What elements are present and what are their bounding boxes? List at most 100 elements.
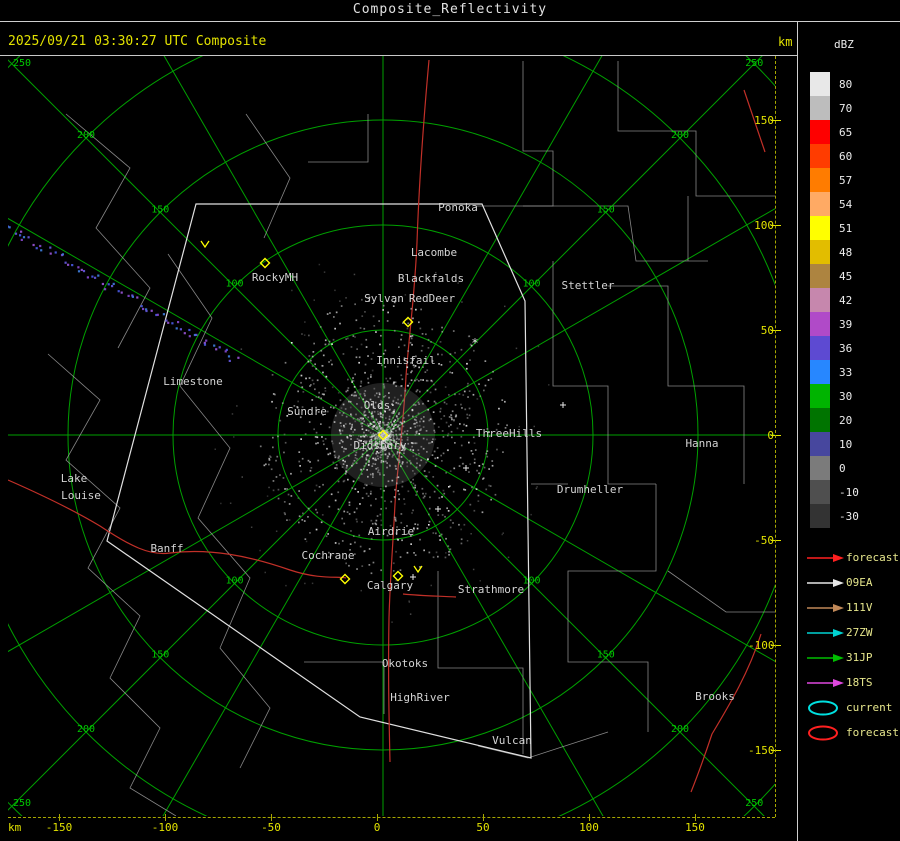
echo-dot — [397, 490, 399, 492]
echo-dot — [371, 412, 373, 415]
echo-dot — [412, 509, 414, 512]
echo-dot — [398, 498, 400, 501]
echo-dot — [419, 464, 421, 467]
echo-dot — [352, 377, 354, 379]
echo-dot — [342, 403, 345, 406]
echo-dot — [378, 430, 381, 432]
echo-dot — [314, 436, 317, 438]
echo-dot — [386, 466, 388, 469]
echo-dot — [407, 350, 409, 352]
echo-dot — [275, 407, 277, 409]
echo-dot — [391, 479, 394, 482]
city-label: RockyMH — [252, 271, 298, 284]
echo-dot — [377, 469, 380, 472]
echo-dot — [388, 392, 390, 394]
echo-dot — [487, 379, 490, 381]
echo-dot — [386, 455, 389, 457]
echo-dot — [412, 451, 414, 454]
echo-dot — [363, 420, 365, 423]
echo-dot — [300, 470, 302, 473]
legend-arrow-icon — [807, 653, 844, 662]
colorbar-entry: -30 — [810, 504, 871, 528]
echo-dot — [399, 403, 402, 406]
echo-dot — [368, 455, 370, 457]
echo-dot — [391, 621, 393, 623]
echo-dot — [371, 465, 374, 467]
echo-dot — [330, 406, 332, 409]
echo-dot — [377, 396, 380, 398]
echo-dot — [323, 443, 325, 446]
colorbar-swatch — [810, 120, 830, 144]
legend-arrow-icon — [807, 628, 844, 637]
echo-dot — [449, 371, 451, 374]
echo-dot — [364, 371, 366, 374]
chaff-dot — [213, 344, 216, 347]
echo-dot — [466, 417, 469, 419]
echo-dot — [350, 438, 352, 440]
echo-dot — [317, 396, 320, 398]
highway-line — [402, 593, 457, 598]
echo-dot — [372, 472, 374, 475]
echo-dot — [379, 415, 382, 418]
colorbar-swatch — [810, 480, 830, 504]
echo-dot — [422, 402, 424, 405]
echo-dot — [334, 467, 336, 469]
echo-dot — [320, 349, 323, 352]
echo-dot — [307, 360, 310, 363]
echo-dot — [355, 413, 357, 416]
legend-label: 31JP — [846, 651, 873, 664]
echo-dot — [438, 363, 440, 365]
colorbar-entry: 57 — [810, 168, 871, 192]
echo-dot — [284, 513, 286, 516]
echo-dot — [432, 532, 435, 534]
echo-dot — [316, 511, 319, 514]
echo-dot — [290, 472, 292, 475]
echo-dot — [397, 424, 400, 426]
echo-dot — [412, 449, 415, 451]
ring-distance-label: 200 — [671, 724, 689, 735]
echo-dot — [318, 391, 320, 394]
echo-dot — [437, 353, 439, 356]
echo-dot — [307, 516, 309, 518]
chaff-dot — [195, 333, 198, 336]
echo-dot — [259, 549, 261, 552]
echo-dot — [388, 452, 390, 455]
echo-dot — [374, 457, 377, 460]
echo-dot — [358, 477, 360, 479]
echo-dot — [345, 338, 348, 340]
echo-dot — [367, 377, 369, 380]
colorbar-title: dBZ — [834, 38, 854, 51]
echo-dot — [382, 421, 384, 424]
echo-dot — [367, 495, 370, 497]
echo-dot — [381, 416, 384, 419]
echo-dot — [367, 464, 370, 466]
echo-dot — [322, 483, 324, 486]
echo-dot — [272, 446, 274, 449]
echo-dot — [283, 501, 286, 503]
echo-dot — [403, 503, 406, 505]
legend-item: 09EA — [806, 570, 899, 595]
echo-dot — [452, 522, 454, 524]
echo-dot — [448, 416, 451, 418]
colorbar-value: 80 — [839, 77, 853, 91]
echo-dot — [352, 417, 355, 420]
echo-dot — [446, 434, 449, 437]
echo-dot — [309, 461, 311, 463]
echo-dot — [344, 423, 347, 425]
echo-dot — [393, 396, 396, 399]
echo-dot — [370, 519, 373, 522]
echo-dot — [488, 484, 490, 487]
echo-dot — [354, 303, 356, 306]
echo-dot — [313, 299, 315, 301]
echo-dot — [392, 305, 395, 307]
echo-dot — [423, 470, 426, 472]
echo-dot — [416, 424, 419, 427]
legend-ellipse-icon — [808, 725, 838, 740]
echo-dot — [412, 455, 415, 458]
echo-dot — [422, 420, 425, 423]
echo-dot — [477, 494, 480, 497]
echo-dot — [401, 461, 404, 463]
echo-dot — [312, 351, 315, 353]
echo-dot — [450, 416, 453, 419]
chaff-dot — [120, 291, 123, 294]
